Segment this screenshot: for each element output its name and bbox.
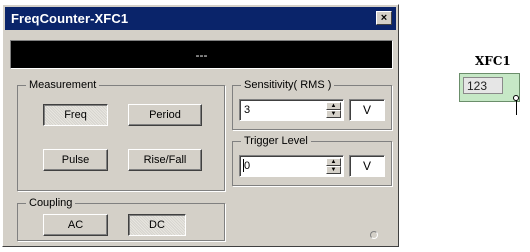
dc-button[interactable]: DC [128,214,186,236]
pulse-button[interactable]: Pulse [43,149,108,171]
freq-button[interactable]: Freq [43,104,108,126]
close-icon: × [380,12,388,24]
close-button[interactable]: × [376,11,392,25]
spin-down-arrow-icon[interactable]: ▼ [326,110,341,118]
trigger-level-group: Trigger Level 0 ▲ ▼ V [232,134,392,186]
sensitivity-input[interactable]: 3 ▲ ▼ [239,99,344,121]
title-bar[interactable]: FreqCounter-XFC1 × [5,7,396,30]
coupling-legend: Coupling [26,196,76,210]
freq-counter-window: FreqCounter-XFC1 × --- Measurement Freq … [2,4,399,247]
sensitivity-legend: Sensitivity( RMS ) [241,78,335,92]
period-button[interactable]: Period [128,104,202,126]
component-label: XFC1 [475,54,511,68]
trigger-level-value: 0 [244,160,251,172]
sensitivity-group: Sensitivity( RMS ) 3 ▲ ▼ V [232,78,392,130]
trigger-level-input[interactable]: 0 ▲ ▼ [239,155,344,177]
freq-counter-component[interactable]: 123 [459,73,520,102]
trigger-level-spinner[interactable]: ▲ ▼ [326,158,341,174]
trigger-level-legend: Trigger Level [241,134,311,148]
component-screen: 123 [463,77,503,94]
measurement-legend: Measurement [26,78,100,92]
window-title: FreqCounter-XFC1 [11,11,129,26]
measurement-group: Measurement Freq Period Pulse Rise/Fall [17,78,225,191]
terminal-lead [516,100,517,115]
ac-button[interactable]: AC [43,214,108,236]
frequency-display: --- [10,40,393,69]
coupling-group: Coupling AC DC [17,196,225,241]
status-indicator-icon [370,231,378,239]
sensitivity-value: 3 [244,104,251,116]
spin-up-arrow-icon[interactable]: ▲ [326,158,341,166]
display-readout: --- [195,48,208,62]
spin-up-arrow-icon[interactable]: ▲ [326,102,341,110]
rise-fall-button[interactable]: Rise/Fall [128,149,202,171]
spin-down-arrow-icon[interactable]: ▼ [326,166,341,174]
trigger-level-unit[interactable]: V [349,155,385,177]
sensitivity-spinner[interactable]: ▲ ▼ [326,102,341,118]
sensitivity-unit[interactable]: V [349,99,385,121]
